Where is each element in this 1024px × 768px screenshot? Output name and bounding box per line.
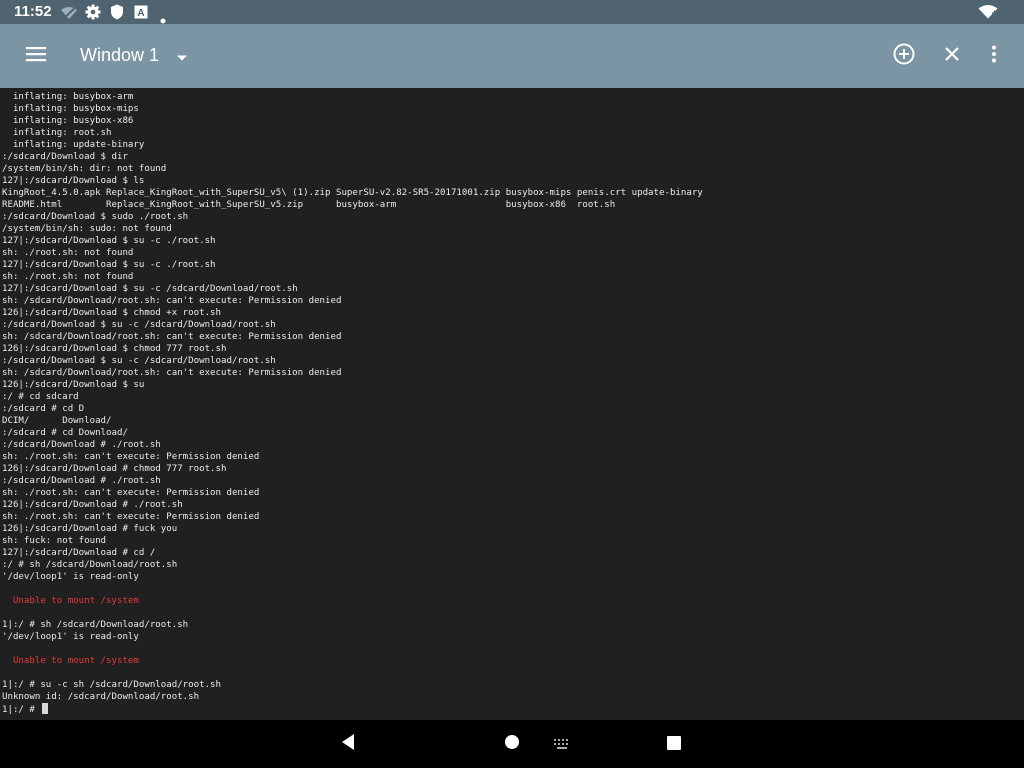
terminal-line: 126|:/sdcard/Download $ chmod +x root.sh xyxy=(2,308,221,318)
terminal-line: sh: fuck: not found xyxy=(2,536,107,546)
terminal-line: 126|:/sdcard/Download $ chmod 777 root.s… xyxy=(2,344,227,354)
terminal-line: :/sdcard # cd D xyxy=(2,404,85,414)
wifi-icon xyxy=(978,4,998,23)
app-bar: Window 1 xyxy=(0,24,1024,88)
terminal-line: 126|:/sdcard/Download # ./root.sh xyxy=(2,500,183,510)
terminal-line: :/sdcard/Download $ su -c /sdcard/Downlo… xyxy=(2,356,276,366)
terminal-line: 127|:/sdcard/Download # cd / xyxy=(2,548,156,558)
terminal-line: 127|:/sdcard/Download $ su -c ./root.sh xyxy=(2,236,216,246)
terminal-line: inflating: busybox-arm xyxy=(2,92,134,102)
status-time: 11:52 xyxy=(14,3,52,20)
terminal-error-line: Unable to mount /system xyxy=(2,596,139,606)
terminal-line: :/ # cd sdcard xyxy=(2,392,79,402)
terminal-view[interactable]: inflating: busybox-arm inflating: busybo… xyxy=(0,88,1024,720)
terminal-line: :/ # sh /sdcard/Download/root.sh xyxy=(2,560,178,570)
terminal-line: sh: ./root.sh: not found xyxy=(2,272,134,282)
recents-icon xyxy=(667,735,681,754)
terminal-line: :/sdcard/Download $ dir xyxy=(2,152,128,162)
menu-button[interactable] xyxy=(16,36,56,76)
add-window-button[interactable] xyxy=(884,36,924,76)
terminal-line: /system/bin/sh: sudo: not found xyxy=(2,224,172,234)
status-bar: 11:52 A xyxy=(0,0,1024,24)
settings-icon xyxy=(85,4,101,24)
keyboard-icon xyxy=(553,735,571,754)
close-window-button[interactable] xyxy=(932,36,972,76)
terminal-line: inflating: busybox-mips xyxy=(2,104,139,114)
back-icon xyxy=(340,733,356,755)
home-icon xyxy=(504,734,520,754)
terminal-line: 126|:/sdcard/Download # chmod 777 root.s… xyxy=(2,464,227,474)
terminal-line: Unknown id: /sdcard/Download/root.sh xyxy=(2,692,200,702)
a-app-icon: A xyxy=(134,4,148,23)
terminal-output: inflating: busybox-arm inflating: busybo… xyxy=(2,91,703,715)
svg-text:A: A xyxy=(137,8,144,19)
terminal-line: :/sdcard/Download $ sudo ./root.sh xyxy=(2,212,189,222)
navigation-bar xyxy=(0,720,1024,768)
terminal-line: 127|:/sdcard/Download $ su -c ./root.sh xyxy=(2,260,216,270)
terminal-line: sh: ./root.sh: can't execute: Permission… xyxy=(2,452,260,462)
menu-icon xyxy=(26,46,46,66)
terminal-line: inflating: busybox-x86 xyxy=(2,116,134,126)
terminal-line: :/sdcard/Download # ./root.sh xyxy=(2,440,161,450)
terminal-line: :/sdcard/Download $ su -c /sdcard/Downlo… xyxy=(2,320,276,330)
terminal-line: :/sdcard # cd Download/ xyxy=(2,428,128,438)
terminal-line: inflating: root.sh xyxy=(2,128,112,138)
terminal-line: README.html Replace_KingRoot_with_SuperS… xyxy=(2,200,616,210)
wifi-off-icon xyxy=(60,5,78,24)
terminal-prompt: 1|:/ # xyxy=(2,705,41,715)
terminal-line: sh: ./root.sh: can't execute: Permission… xyxy=(2,488,260,498)
terminal-line: sh: ./root.sh: not found xyxy=(2,248,134,258)
terminal-line: :/sdcard/Download # ./root.sh xyxy=(2,476,161,486)
more-vert-icon xyxy=(991,45,997,67)
shield-icon xyxy=(110,4,124,24)
more-options-button[interactable] xyxy=(974,36,1014,76)
chevron-down-icon xyxy=(176,47,188,66)
recents-button[interactable] xyxy=(654,728,694,760)
terminal-line: DCIM/ Download/ xyxy=(2,416,112,426)
back-button[interactable] xyxy=(328,728,368,760)
terminal-line: 127|:/sdcard/Download $ ls xyxy=(2,176,145,186)
terminal-line: inflating: update-binary xyxy=(2,140,145,150)
terminal-line: 127|:/sdcard/Download $ su -c /sdcard/Do… xyxy=(2,284,298,294)
window-dropdown-button[interactable] xyxy=(162,36,202,76)
terminal-line: 1|:/ # sh /sdcard/Download/root.sh xyxy=(2,620,189,630)
terminal-line: sh: /sdcard/Download/root.sh: can't exec… xyxy=(2,332,342,342)
terminal-line: /system/bin/sh: dir: not found xyxy=(2,164,167,174)
terminal-error-line: Unable to mount /system xyxy=(2,656,139,666)
terminal-cursor xyxy=(42,703,49,714)
terminal-prompt-line[interactable]: 1|:/ # xyxy=(2,703,703,715)
terminal-line: 1|:/ # su -c sh /sdcard/Download/root.sh xyxy=(2,680,221,690)
close-icon xyxy=(944,46,960,66)
terminal-line: 126|:/sdcard/Download $ su xyxy=(2,380,145,390)
terminal-line: 126|:/sdcard/Download # fuck you xyxy=(2,524,178,534)
terminal-line: '/dev/loop1' is read-only xyxy=(2,632,139,642)
home-button[interactable] xyxy=(492,728,532,760)
window-title[interactable]: Window 1 xyxy=(80,45,159,66)
terminal-line: KingRoot_4.5.0.apk Replace_KingRoot_with… xyxy=(2,188,703,198)
terminal-line: sh: /sdcard/Download/root.sh: can't exec… xyxy=(2,368,342,378)
terminal-line: sh: /sdcard/Download/root.sh: can't exec… xyxy=(2,296,342,306)
keyboard-button[interactable] xyxy=(542,728,582,760)
add-circle-icon xyxy=(893,43,915,69)
terminal-line: sh: ./root.sh: can't execute: Permission… xyxy=(2,512,260,522)
terminal-line: '/dev/loop1' is read-only xyxy=(2,572,139,582)
